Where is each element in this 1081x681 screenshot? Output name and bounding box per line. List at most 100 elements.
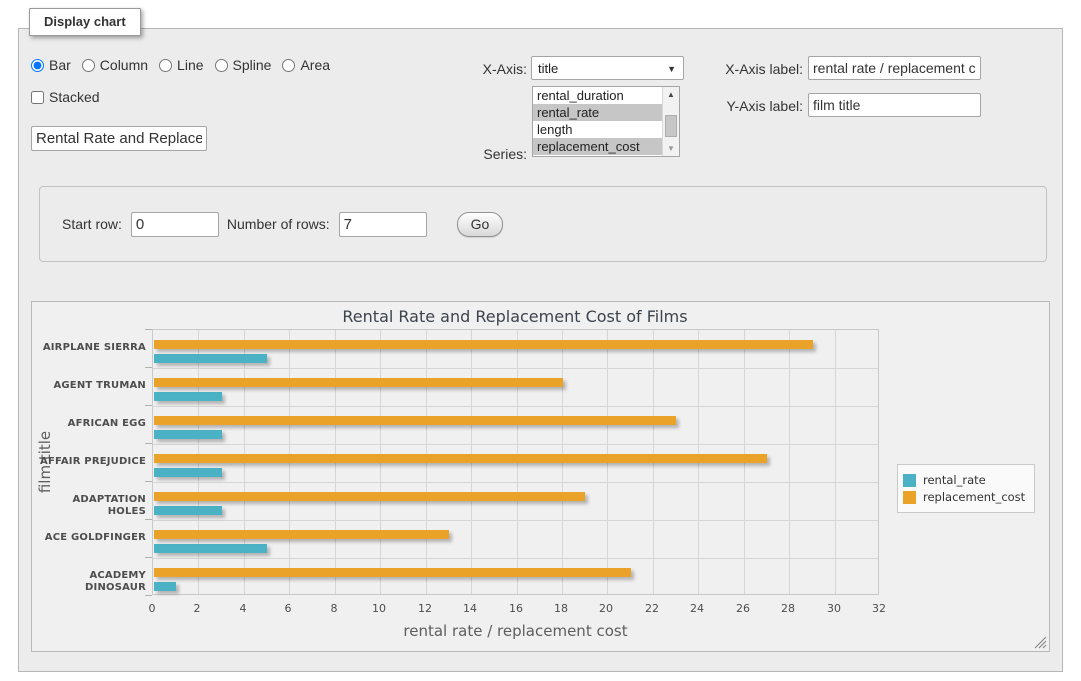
bar-replacement_cost — [154, 568, 631, 577]
gridline-horizontal — [153, 368, 878, 369]
bar-rental_rate — [154, 354, 267, 363]
resize-handle-icon[interactable] — [1034, 636, 1047, 649]
x-tick-label: 28 — [773, 602, 803, 615]
y-tick-mark — [145, 405, 152, 406]
go-button[interactable]: Go — [457, 212, 504, 237]
bar-replacement_cost — [154, 530, 449, 539]
y-tick-mark — [145, 481, 152, 482]
x-tick-label: 20 — [591, 602, 621, 615]
radio-spline[interactable] — [215, 59, 228, 72]
radio-bar[interactable] — [31, 59, 44, 72]
x-axis-label-input[interactable] — [808, 56, 981, 80]
legend-row-replacement_cost: replacement_cost — [903, 490, 1025, 504]
gridline-horizontal — [153, 482, 878, 483]
y-tick-mark — [145, 329, 152, 330]
bar-rental_rate — [154, 506, 222, 515]
chart-type-radio-group: Bar Column Line Spline Area — [31, 57, 341, 73]
chart-legend: rental_ratereplacement_cost — [897, 464, 1035, 513]
bar-replacement_cost — [154, 416, 676, 425]
x-tick-label: 16 — [501, 602, 531, 615]
radio-area[interactable] — [282, 59, 295, 72]
scroll-up-icon[interactable]: ▲ — [663, 87, 679, 102]
y-tick-label: AIRPLANE SIERRA — [34, 342, 146, 354]
x-tick-label: 30 — [819, 602, 849, 615]
x-tick-label: 14 — [455, 602, 485, 615]
x-tick-label: 32 — [864, 602, 894, 615]
bar-replacement_cost — [154, 378, 563, 387]
radio-line[interactable] — [159, 59, 172, 72]
series-select-label: Series: — [455, 146, 527, 162]
start-row-input[interactable] — [131, 212, 219, 237]
bar-rental_rate — [154, 544, 267, 553]
radio-column[interactable] — [82, 59, 95, 72]
x-axis-select-label: X-Axis: — [455, 61, 527, 77]
chart-type-option-column[interactable]: Column — [82, 57, 148, 73]
x-tick-label: 6 — [273, 602, 303, 615]
row-controls-box: Start row: Number of rows: Go — [39, 186, 1047, 262]
x-axis-selected-value: title — [538, 61, 558, 76]
y-tick-label: ACE GOLDFINGER — [34, 532, 146, 544]
y-tick-label: AGENT TRUMAN — [34, 380, 146, 392]
chart-title-input[interactable] — [31, 126, 207, 151]
bar-replacement_cost — [154, 454, 767, 463]
legend-swatch — [903, 491, 916, 504]
scroll-down-icon[interactable]: ▼ — [663, 141, 679, 156]
x-tick-label: 4 — [228, 602, 258, 615]
display-chart-panel: Display chart BarColumnLineSplineArea St… — [18, 28, 1063, 672]
x-axis-select[interactable]: title ▼ — [531, 56, 684, 80]
legend-swatch — [903, 474, 916, 487]
stacked-label: Stacked — [49, 89, 100, 105]
x-tick-label: 26 — [728, 602, 758, 615]
bar-replacement_cost — [154, 492, 585, 501]
gridline-vertical — [835, 330, 836, 594]
chart-container: Rental Rate and Replacement Cost of Film… — [31, 301, 1050, 652]
bar-rental_rate — [154, 582, 176, 591]
y-tick-mark — [145, 595, 152, 596]
bar-rental_rate — [154, 468, 222, 477]
x-tick-label: 18 — [546, 602, 576, 615]
y-tick-mark — [145, 519, 152, 520]
gridline-horizontal — [153, 558, 878, 559]
start-row-label: Start row: — [62, 216, 122, 232]
stacked-row: Stacked — [31, 89, 100, 105]
x-tick-label: 24 — [682, 602, 712, 615]
y-tick-mark — [145, 443, 152, 444]
series-option-length[interactable]: length — [533, 121, 662, 138]
y-tick-mark — [145, 557, 152, 558]
series-option-replacement_cost[interactable]: replacement_cost — [533, 138, 662, 155]
number-of-rows-input[interactable] — [339, 212, 427, 237]
chart-x-axis-label: rental rate / replacement cost — [152, 622, 879, 640]
stacked-checkbox[interactable] — [31, 91, 44, 104]
series-option-rental_duration[interactable]: rental_duration — [533, 87, 662, 104]
bar-replacement_cost — [154, 340, 813, 349]
scrollbar-thumb[interactable] — [665, 115, 677, 137]
y-axis-label-field-label: Y-Axis label: — [717, 98, 803, 114]
chart-type-option-area[interactable]: Area — [282, 57, 330, 73]
gridline-horizontal — [153, 444, 878, 445]
gridline-horizontal — [153, 406, 878, 407]
x-tick-label: 22 — [637, 602, 667, 615]
chart-type-option-bar[interactable]: Bar — [31, 57, 71, 73]
x-tick-label: 0 — [137, 602, 167, 615]
gridline-horizontal — [153, 520, 878, 521]
number-of-rows-label: Number of rows: — [227, 216, 330, 232]
y-axis-label-input[interactable] — [808, 93, 981, 117]
chart-type-option-line[interactable]: Line — [159, 57, 203, 73]
x-tick-label: 8 — [319, 602, 349, 615]
chart-type-option-spline[interactable]: Spline — [215, 57, 272, 73]
series-option-rental_rate[interactable]: rental_rate — [533, 104, 662, 121]
y-tick-label: AFFAIR PREJUDICE — [34, 456, 146, 468]
y-tick-label: ADAPTATION HOLES — [34, 494, 146, 518]
gridline-vertical — [789, 330, 790, 594]
y-tick-label: ACADEMY DINOSAUR — [34, 570, 146, 594]
panel-legend: Display chart — [29, 8, 141, 36]
plot-area — [152, 329, 879, 595]
bar-rental_rate — [154, 430, 222, 439]
y-tick-mark — [145, 367, 152, 368]
chevron-down-icon: ▼ — [667, 64, 676, 74]
series-scrollbar[interactable]: ▲ ▼ — [662, 87, 679, 156]
series-listbox[interactable]: rental_durationrental_ratelengthreplacem… — [532, 86, 680, 157]
y-tick-label: AFRICAN EGG — [34, 418, 146, 430]
x-tick-label: 2 — [182, 602, 212, 615]
x-axis-label-field-label: X-Axis label: — [717, 61, 803, 77]
